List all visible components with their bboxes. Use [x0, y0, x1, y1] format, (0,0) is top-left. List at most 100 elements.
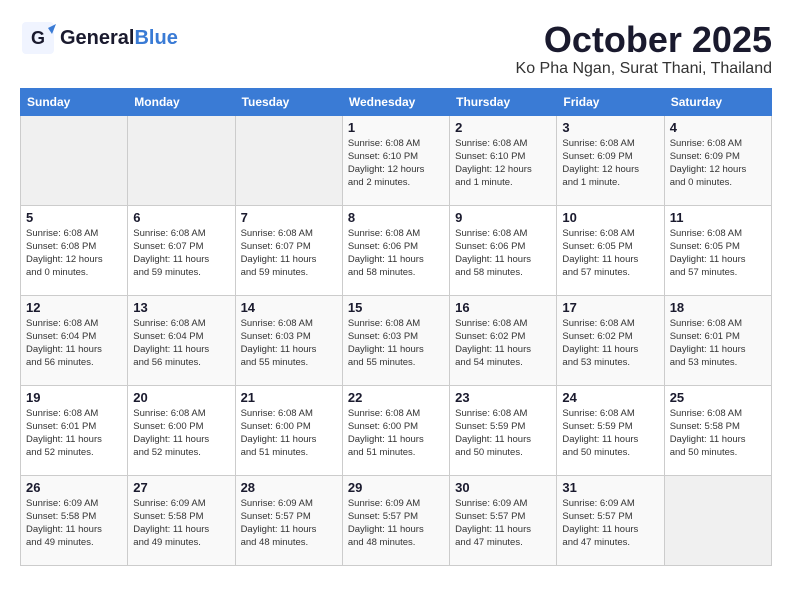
calendar-cell: 7 Sunrise: 6:08 AM Sunset: 6:07 PM Daylig…	[235, 205, 342, 295]
day-info: Sunrise: 6:08 AM Sunset: 6:09 PM Dayligh…	[670, 137, 766, 190]
calendar-cell: 8Sunrise: 6:08 AM Sunset: 6:06 PM Daylig…	[342, 205, 449, 295]
day-number: 13	[133, 300, 229, 315]
calendar-cell: 19 Sunrise: 6:08 AM Sunset: 6:01 PM Dayli…	[21, 385, 128, 475]
day-info: Sunrise: 6:09 AM Sunset: 5:58 PM Dayligh…	[26, 497, 122, 550]
svg-text:G: G	[31, 28, 45, 48]
calendar-cell: 11 Sunrise: 6:08 AM Sunset: 6:05 PM Dayli…	[664, 205, 771, 295]
page-header: G GeneralBlue October 2025 Ko Pha Ngan, …	[20, 20, 772, 78]
day-info: Sunrise: 6:08 AM Sunset: 6:03 PM Dayligh…	[241, 317, 337, 370]
day-info: Sunrise: 6:08 AM Sunset: 6:00 PM Dayligh…	[348, 407, 444, 460]
day-info: Sunrise: 6:09 AM Sunset: 5:58 PM Dayligh…	[133, 497, 229, 550]
logo: G GeneralBlue	[20, 20, 178, 56]
day-number: 27	[133, 480, 229, 495]
calendar-cell: 18 Sunrise: 6:08 AM Sunset: 6:01 PM Dayli…	[664, 295, 771, 385]
day-info: Sunrise: 6:08 AM Sunset: 6:01 PM Dayligh…	[26, 407, 122, 460]
day-info: Sunrise: 6:08 AM Sunset: 6:05 PM Dayligh…	[562, 227, 658, 280]
day-number: 19	[26, 390, 122, 405]
day-number: 14	[241, 300, 337, 315]
calendar-header-row: SundayMondayTuesdayWednesdayThursdayFrid…	[21, 88, 772, 115]
day-number: 30	[455, 480, 551, 495]
calendar-cell: 5 Sunrise: 6:08 AM Sunset: 6:08 PM Daylig…	[21, 205, 128, 295]
calendar-cell: 4Sunrise: 6:08 AM Sunset: 6:09 PM Daylig…	[664, 115, 771, 205]
calendar-cell: 21 Sunrise: 6:08 AM Sunset: 6:00 PM Dayli…	[235, 385, 342, 475]
calendar-cell: 20 Sunrise: 6:08 AM Sunset: 6:00 PM Dayli…	[128, 385, 235, 475]
calendar-week-5: 26 Sunrise: 6:09 AM Sunset: 5:58 PM Dayli…	[21, 475, 772, 565]
calendar-cell: 22 Sunrise: 6:08 AM Sunset: 6:00 PM Dayli…	[342, 385, 449, 475]
day-number: 7	[241, 210, 337, 225]
day-number: 10	[562, 210, 658, 225]
day-number: 1	[348, 120, 444, 135]
day-info: Sunrise: 6:09 AM Sunset: 5:57 PM Dayligh…	[455, 497, 551, 550]
calendar-cell: 27 Sunrise: 6:09 AM Sunset: 5:58 PM Dayli…	[128, 475, 235, 565]
calendar-cell	[21, 115, 128, 205]
calendar-cell: 12Sunrise: 6:08 AM Sunset: 6:04 PM Dayli…	[21, 295, 128, 385]
calendar-cell	[664, 475, 771, 565]
day-info: Sunrise: 6:08 AM Sunset: 6:10 PM Dayligh…	[348, 137, 444, 190]
day-info: Sunrise: 6:08 AM Sunset: 6:07 PM Dayligh…	[133, 227, 229, 280]
day-number: 2	[455, 120, 551, 135]
day-number: 3	[562, 120, 658, 135]
day-info: Sunrise: 6:09 AM Sunset: 5:57 PM Dayligh…	[348, 497, 444, 550]
calendar-cell: 15 Sunrise: 6:08 AM Sunset: 6:03 PM Dayli…	[342, 295, 449, 385]
calendar-cell: 26 Sunrise: 6:09 AM Sunset: 5:58 PM Dayli…	[21, 475, 128, 565]
calendar-cell: 23Sunrise: 6:08 AM Sunset: 5:59 PM Dayli…	[450, 385, 557, 475]
day-number: 29	[348, 480, 444, 495]
calendar-cell: 2 Sunrise: 6:08 AM Sunset: 6:10 PM Daylig…	[450, 115, 557, 205]
day-info: Sunrise: 6:09 AM Sunset: 5:57 PM Dayligh…	[562, 497, 658, 550]
day-info: Sunrise: 6:08 AM Sunset: 6:01 PM Dayligh…	[670, 317, 766, 370]
day-number: 9	[455, 210, 551, 225]
month-title: October 2025	[516, 20, 772, 60]
day-info: Sunrise: 6:08 AM Sunset: 5:58 PM Dayligh…	[670, 407, 766, 460]
day-number: 22	[348, 390, 444, 405]
day-number: 26	[26, 480, 122, 495]
day-number: 5	[26, 210, 122, 225]
day-info: Sunrise: 6:08 AM Sunset: 6:05 PM Dayligh…	[670, 227, 766, 280]
calendar-cell: 13Sunrise: 6:08 AM Sunset: 6:04 PM Dayli…	[128, 295, 235, 385]
day-number: 11	[670, 210, 766, 225]
calendar-cell: 3 Sunrise: 6:08 AM Sunset: 6:09 PM Daylig…	[557, 115, 664, 205]
calendar-cell: 14 Sunrise: 6:08 AM Sunset: 6:03 PM Dayli…	[235, 295, 342, 385]
day-info: Sunrise: 6:08 AM Sunset: 6:06 PM Dayligh…	[348, 227, 444, 280]
location-title: Ko Pha Ngan, Surat Thani, Thailand	[516, 60, 772, 78]
calendar-week-1: 1 Sunrise: 6:08 AM Sunset: 6:10 PM Daylig…	[21, 115, 772, 205]
calendar-week-2: 5 Sunrise: 6:08 AM Sunset: 6:08 PM Daylig…	[21, 205, 772, 295]
calendar-table: SundayMondayTuesdayWednesdayThursdayFrid…	[20, 88, 772, 566]
day-number: 25	[670, 390, 766, 405]
calendar-cell: 17Sunrise: 6:08 AM Sunset: 6:02 PM Dayli…	[557, 295, 664, 385]
calendar-cell: 29 Sunrise: 6:09 AM Sunset: 5:57 PM Dayli…	[342, 475, 449, 565]
day-info: Sunrise: 6:08 AM Sunset: 6:00 PM Dayligh…	[133, 407, 229, 460]
calendar-cell: 16Sunrise: 6:08 AM Sunset: 6:02 PM Dayli…	[450, 295, 557, 385]
calendar-cell: 6 Sunrise: 6:08 AM Sunset: 6:07 PM Daylig…	[128, 205, 235, 295]
day-number: 28	[241, 480, 337, 495]
day-number: 18	[670, 300, 766, 315]
day-info: Sunrise: 6:08 AM Sunset: 6:08 PM Dayligh…	[26, 227, 122, 280]
day-info: Sunrise: 6:08 AM Sunset: 6:10 PM Dayligh…	[455, 137, 551, 190]
day-info: Sunrise: 6:08 AM Sunset: 5:59 PM Dayligh…	[562, 407, 658, 460]
header-friday: Friday	[557, 88, 664, 115]
day-info: Sunrise: 6:08 AM Sunset: 6:07 PM Dayligh…	[241, 227, 337, 280]
day-number: 23	[455, 390, 551, 405]
header-wednesday: Wednesday	[342, 88, 449, 115]
title-block: October 2025 Ko Pha Ngan, Surat Thani, T…	[516, 20, 772, 78]
day-number: 6	[133, 210, 229, 225]
day-number: 31	[562, 480, 658, 495]
day-info: Sunrise: 6:08 AM Sunset: 6:00 PM Dayligh…	[241, 407, 337, 460]
day-number: 15	[348, 300, 444, 315]
day-info: Sunrise: 6:09 AM Sunset: 5:57 PM Dayligh…	[241, 497, 337, 550]
logo-icon: G	[20, 20, 56, 56]
calendar-week-3: 12Sunrise: 6:08 AM Sunset: 6:04 PM Dayli…	[21, 295, 772, 385]
calendar-cell	[235, 115, 342, 205]
day-number: 20	[133, 390, 229, 405]
header-tuesday: Tuesday	[235, 88, 342, 115]
header-sunday: Sunday	[21, 88, 128, 115]
day-info: Sunrise: 6:08 AM Sunset: 6:04 PM Dayligh…	[26, 317, 122, 370]
day-number: 21	[241, 390, 337, 405]
day-info: Sunrise: 6:08 AM Sunset: 6:09 PM Dayligh…	[562, 137, 658, 190]
header-saturday: Saturday	[664, 88, 771, 115]
day-number: 17	[562, 300, 658, 315]
day-number: 24	[562, 390, 658, 405]
day-number: 16	[455, 300, 551, 315]
day-info: Sunrise: 6:08 AM Sunset: 6:03 PM Dayligh…	[348, 317, 444, 370]
logo-text: GeneralBlue	[60, 28, 178, 48]
calendar-cell: 1 Sunrise: 6:08 AM Sunset: 6:10 PM Daylig…	[342, 115, 449, 205]
